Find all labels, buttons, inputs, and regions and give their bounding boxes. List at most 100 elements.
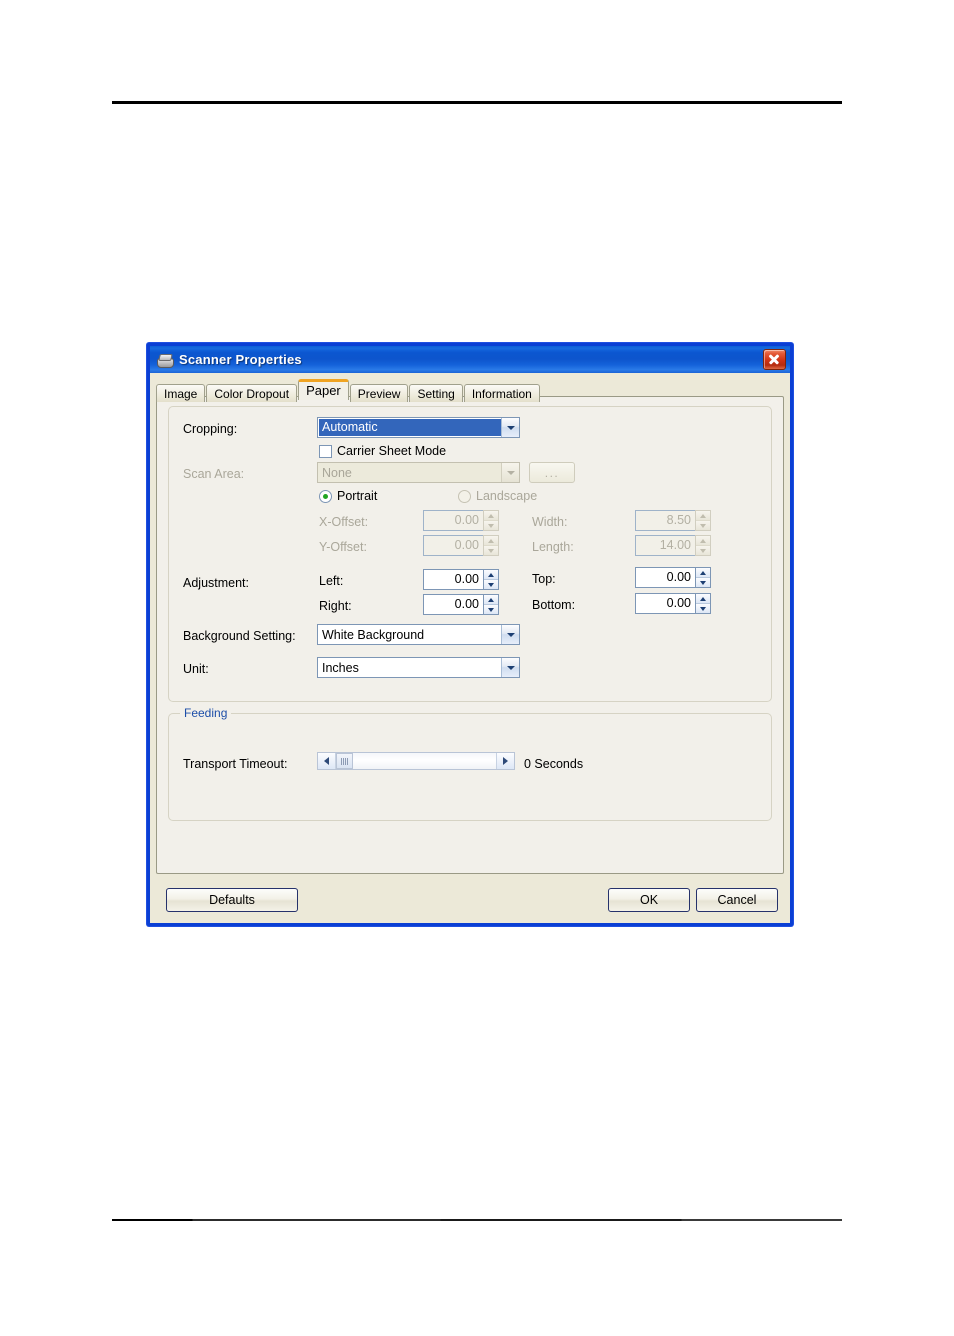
stepper-buttons (483, 510, 499, 531)
adjustment-right-value[interactable]: 0.00 (423, 594, 483, 615)
radio-dot (319, 489, 332, 503)
chevron-down-icon[interactable] (501, 418, 519, 437)
stepper-down-icon (696, 546, 710, 555)
adjustment-top-value[interactable]: 0.00 (635, 567, 695, 588)
stepper-down-icon (484, 546, 498, 555)
adjustment-left-value[interactable]: 0.00 (423, 569, 483, 590)
stepper-buttons (695, 510, 711, 531)
stepper-up-icon (696, 536, 710, 546)
transport-timeout-label: Transport Timeout: (183, 757, 288, 771)
adjustment-right-stepper[interactable]: 0.00 (423, 594, 499, 615)
y-offset-value: 0.00 (423, 535, 483, 556)
orientation-landscape-radio: Landscape (458, 489, 537, 503)
chevron-down-icon[interactable] (501, 625, 519, 644)
x-offset-value: 0.00 (423, 510, 483, 531)
paper-settings-group: Cropping: Automatic Carrier Sheet Mode S… (168, 406, 772, 702)
carrier-sheet-mode-checkbox[interactable]: Carrier Sheet Mode (319, 444, 446, 458)
x-offset-label: X-Offset: (319, 515, 369, 529)
transport-timeout-slider[interactable] (317, 752, 515, 770)
transport-timeout-value: 0 Seconds (524, 757, 584, 771)
scan-area-label: Scan Area: (183, 467, 245, 481)
cropping-select[interactable]: Automatic (317, 417, 520, 438)
tab-image[interactable]: Image (156, 384, 206, 402)
stepper-down-icon (696, 521, 710, 530)
scanner-properties-dialog: Scanner Properties Image Color Dropout P… (147, 343, 793, 926)
cancel-button[interactable]: Cancel (696, 888, 778, 912)
stepper-buttons[interactable] (483, 594, 499, 615)
stepper-down-icon[interactable] (484, 580, 498, 589)
orientation-portrait-label: Portrait (337, 489, 378, 503)
length-label: Length: (532, 540, 574, 554)
chevron-right-icon[interactable] (496, 753, 514, 769)
stepper-buttons[interactable] (483, 569, 499, 590)
tab-setting[interactable]: Setting (409, 384, 463, 402)
scan-area-browse-button: ... (529, 462, 575, 483)
stepper-up-icon (484, 536, 498, 546)
tab-color-dropout[interactable]: Color Dropout (206, 384, 298, 402)
adjustment-label: Adjustment: (183, 576, 250, 590)
length-value: 14.00 (635, 535, 695, 556)
titlebar-buttons (763, 349, 788, 370)
stepper-buttons (695, 535, 711, 556)
radio-dot (458, 489, 471, 503)
width-stepper: 8.50 (635, 510, 711, 531)
stepper-up-icon[interactable] (484, 595, 498, 605)
stepper-up-icon[interactable] (484, 570, 498, 580)
background-setting-select[interactable]: White Background (317, 624, 520, 645)
close-icon[interactable] (763, 349, 786, 370)
stepper-up-icon (696, 511, 710, 521)
adjustment-right-label: Right: (319, 599, 352, 613)
y-offset-label: Y-Offset: (319, 540, 367, 554)
stepper-down-icon (484, 521, 498, 530)
orientation-landscape-label: Landscape (476, 489, 538, 503)
page-footer-rule (112, 1219, 842, 1221)
chevron-down-icon[interactable] (501, 658, 519, 677)
width-value: 8.50 (635, 510, 695, 531)
cropping-label: Cropping: (183, 422, 238, 436)
adjustment-top-stepper[interactable]: 0.00 (635, 567, 711, 588)
stepper-up-icon[interactable] (696, 568, 710, 578)
unit-select[interactable]: Inches (317, 657, 520, 678)
page-header-rule (112, 101, 842, 104)
background-setting-value: White Background (322, 627, 425, 642)
checkbox-box (319, 444, 332, 458)
slider-track[interactable] (336, 753, 496, 769)
adjustment-left-stepper[interactable]: 0.00 (423, 569, 499, 590)
dialog-button-row: Defaults OK Cancel (156, 882, 784, 920)
tab-preview[interactable]: Preview (349, 384, 409, 402)
scan-area-select: None (317, 462, 520, 483)
tab-paper[interactable]: Paper (298, 379, 349, 400)
tab-information[interactable]: Information (463, 384, 540, 402)
ok-button[interactable]: OK (608, 888, 690, 912)
carrier-sheet-mode-label: Carrier Sheet Mode (337, 444, 447, 458)
stepper-up-icon[interactable] (696, 594, 710, 604)
width-label: Width: (532, 515, 568, 529)
unit-value: Inches (322, 660, 359, 675)
adjustment-left-label: Left: (319, 574, 344, 588)
paper-tab-panel: Cropping: Automatic Carrier Sheet Mode S… (156, 396, 784, 874)
length-stepper: 14.00 (635, 535, 711, 556)
orientation-portrait-radio[interactable]: Portrait (319, 489, 377, 503)
unit-label: Unit: (183, 662, 209, 676)
adjustment-bottom-value[interactable]: 0.00 (635, 593, 695, 614)
stepper-buttons (483, 535, 499, 556)
stepper-down-icon[interactable] (696, 578, 710, 587)
y-offset-stepper: 0.00 (423, 535, 499, 556)
stepper-buttons[interactable] (695, 593, 711, 614)
scanner-icon (156, 351, 174, 369)
defaults-button[interactable]: Defaults (166, 888, 298, 912)
background-setting-label: Background Setting: (183, 629, 296, 643)
adjustment-bottom-stepper[interactable]: 0.00 (635, 593, 711, 614)
x-offset-stepper: 0.00 (423, 510, 499, 531)
chevron-down-icon (501, 463, 519, 482)
chevron-left-icon[interactable] (318, 753, 336, 769)
stepper-down-icon[interactable] (696, 604, 710, 613)
cropping-value: Automatic (319, 419, 501, 436)
stepper-up-icon (484, 511, 498, 521)
stepper-buttons[interactable] (695, 567, 711, 588)
dialog-titlebar[interactable]: Scanner Properties (150, 346, 790, 373)
stepper-down-icon[interactable] (484, 605, 498, 614)
feeding-legend: Feeding (180, 706, 232, 720)
adjustment-top-label: Top: (532, 572, 556, 586)
slider-thumb[interactable] (336, 753, 353, 769)
